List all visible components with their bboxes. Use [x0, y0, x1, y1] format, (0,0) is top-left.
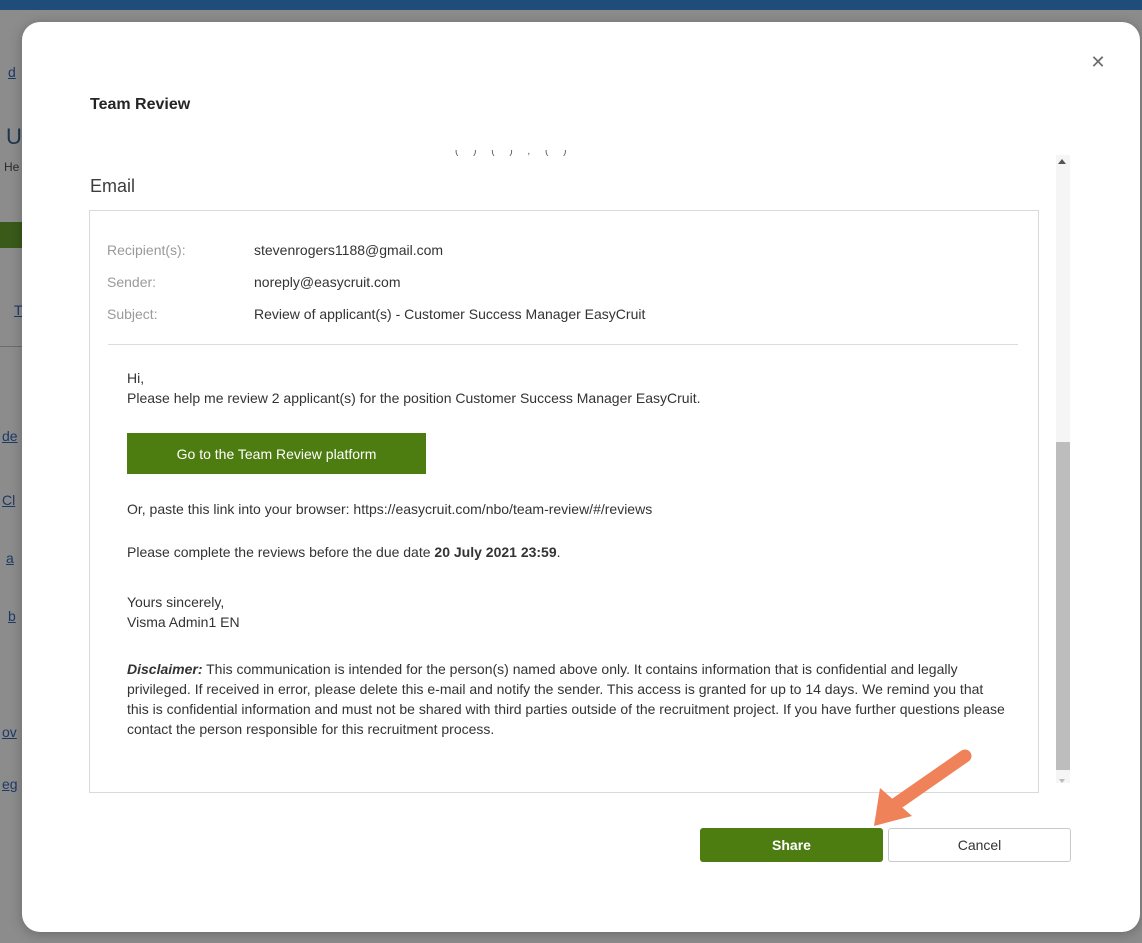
disclaimer-text: This communication is intended for the p…	[127, 661, 1005, 737]
share-button[interactable]: Share	[700, 828, 883, 862]
scrolled-cutoff-text: ( ) ( ) , ( )	[455, 150, 573, 156]
disclaimer-label: Disclaimer:	[127, 661, 203, 677]
email-section-heading: Email	[90, 176, 136, 196]
modal-title: Team Review	[90, 96, 191, 113]
background-link-fragment[interactable]: de	[2, 428, 18, 444]
background-link-fragment[interactable]: Cl	[2, 492, 15, 508]
recipient-value: stevenrogers1188@gmail.com	[254, 242, 444, 258]
email-greeting: Hi,	[127, 370, 145, 386]
due-date-suffix: .	[556, 544, 561, 560]
background-link-fragment[interactable]: b	[8, 608, 16, 624]
app-top-bar	[0, 0, 1142, 10]
background-link-fragment[interactable]: a	[6, 550, 14, 566]
background-link-fragment[interactable]: d	[8, 64, 16, 80]
sender-value: noreply@easycruit.com	[254, 274, 401, 290]
background-link-fragment[interactable]: ov	[2, 724, 17, 740]
email-signature: Visma Admin1 EN	[127, 614, 240, 630]
email-scrollbar-thumb[interactable]	[1056, 442, 1070, 770]
due-date-prefix: Please complete the reviews before the d…	[127, 544, 435, 560]
close-icon[interactable]: ✕	[1088, 52, 1108, 72]
email-disclaimer: Disclaimer: This communication is intend…	[127, 659, 1007, 739]
subject-value: Review of applicant(s) - Customer Succes…	[254, 306, 646, 322]
team-review-platform-button[interactable]: Go to the Team Review platform	[127, 433, 426, 474]
annotation-arrow-icon	[874, 749, 972, 826]
background-text-fragment: He	[4, 160, 20, 174]
sender-label: Sender:	[107, 274, 157, 290]
background-link-fragment[interactable]: eg	[2, 776, 18, 792]
email-closing: Yours sincerely,	[127, 594, 225, 610]
email-link-line: Or, paste this link into your browser: h…	[127, 501, 653, 517]
background-text-fragment: U	[6, 124, 22, 149]
email-intro: Please help me review 2 applicant(s) for…	[127, 390, 701, 406]
due-date-value: 20 July 2021 23:59	[434, 544, 557, 560]
subject-label: Subject:	[107, 306, 158, 322]
recipient-label: Recipient(s):	[107, 242, 186, 258]
scroll-down-arrow-icon[interactable]	[1059, 779, 1065, 783]
scroll-up-arrow-icon[interactable]	[1058, 159, 1066, 164]
email-due-date-line: Please complete the reviews before the d…	[127, 542, 561, 562]
meta-divider	[108, 344, 1018, 345]
annotation-arrow-shaft	[889, 749, 972, 811]
